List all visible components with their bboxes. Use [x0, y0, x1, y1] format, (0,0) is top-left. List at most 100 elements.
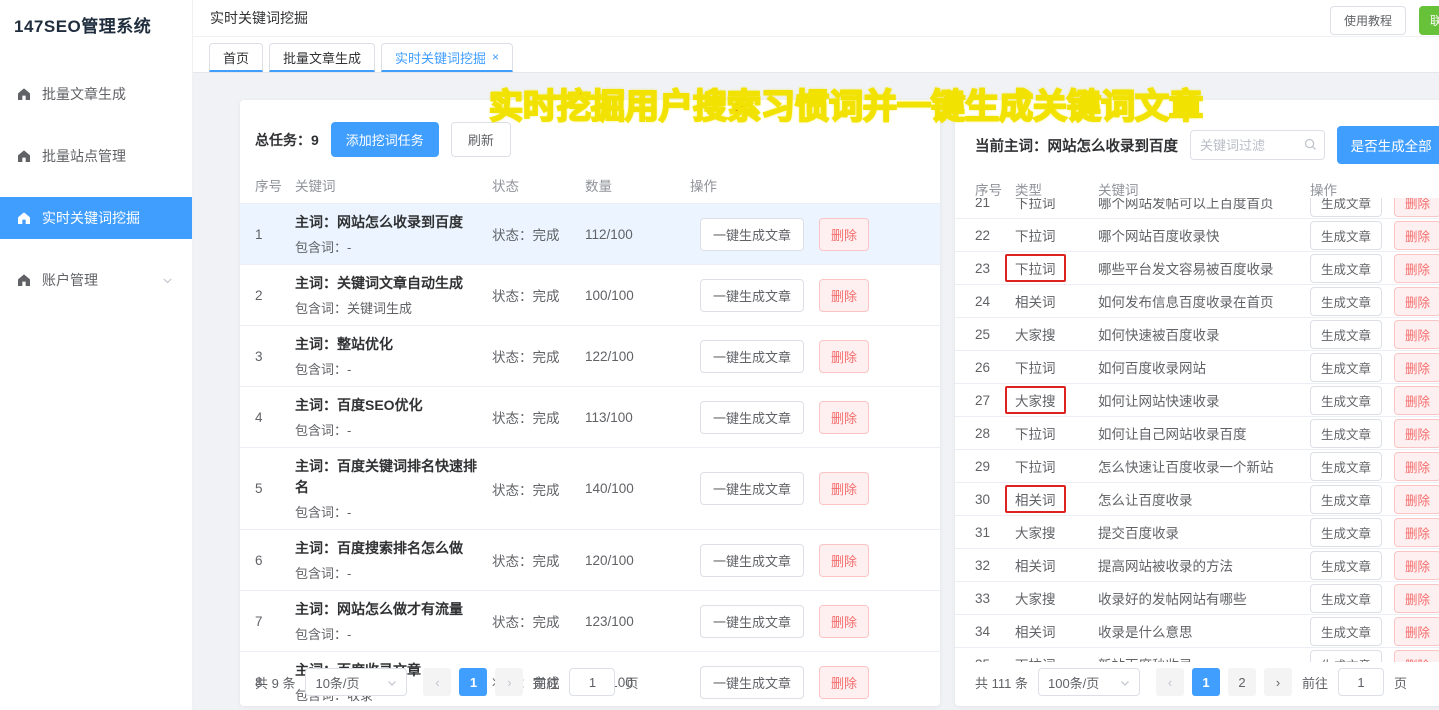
close-icon[interactable]: ×	[492, 50, 499, 64]
delete-button[interactable]: 删除	[1394, 617, 1439, 646]
keyword-type: 大家搜	[1015, 324, 1098, 344]
generate-article-button[interactable]: 生成文章	[1310, 386, 1382, 415]
generate-article-button[interactable]: 生成文章	[1310, 584, 1382, 613]
row-index: 1	[255, 227, 295, 242]
generate-article-button[interactable]: 生成文章	[1310, 551, 1382, 580]
task-main-word: 主词：关键词文章自动生成	[295, 273, 492, 294]
delete-button[interactable]: 删除	[819, 401, 869, 434]
current-main-word: 当前主词：网站怎么收录到百度	[975, 135, 1178, 156]
generate-article-button[interactable]: 一键生成文章	[700, 279, 804, 312]
generate-article-button[interactable]: 生成文章	[1310, 287, 1382, 316]
task-keyword-cell: 主词：网站怎么做才有流量包含词：-	[295, 599, 492, 643]
delete-button[interactable]: 删除	[1394, 353, 1439, 382]
table-row: 23下拉词哪些平台发文容易被百度收录生成文章删除	[955, 252, 1439, 285]
generate-article-button[interactable]: 生成文章	[1310, 320, 1382, 349]
generate-article-button[interactable]: 生成文章	[1310, 617, 1382, 646]
generate-article-button[interactable]: 生成文章	[1310, 353, 1382, 382]
contact-button[interactable]: 联系客服	[1419, 6, 1439, 35]
tab-keyword-mining[interactable]: 实时关键词挖掘 ×	[381, 43, 513, 72]
add-mining-task-button[interactable]: 添加挖词任务	[331, 122, 439, 157]
generate-article-button[interactable]: 生成文章	[1310, 254, 1382, 283]
goto-page-input[interactable]	[1338, 668, 1384, 696]
tab-batch-article[interactable]: 批量文章生成	[269, 43, 375, 72]
task-include-word: 包含词：-	[295, 624, 492, 643]
task-include-word: 包含词：-	[295, 563, 492, 582]
delete-button[interactable]: 删除	[1394, 320, 1439, 349]
page-number-button[interactable]: 1	[1192, 668, 1220, 696]
delete-button[interactable]: 删除	[819, 218, 869, 251]
generate-article-button[interactable]: 一键生成文章	[700, 472, 804, 505]
delete-button[interactable]: 删除	[819, 605, 869, 638]
delete-button[interactable]: 删除	[1394, 518, 1439, 547]
generate-article-button[interactable]: 生成文章	[1310, 518, 1382, 547]
next-page-button[interactable]: ›	[1264, 668, 1292, 696]
goto-page-input[interactable]	[569, 668, 615, 696]
delete-button[interactable]: 删除	[1394, 287, 1439, 316]
delete-button[interactable]: 删除	[819, 279, 869, 312]
delete-button[interactable]: 删除	[819, 472, 869, 505]
delete-button[interactable]: 删除	[1394, 551, 1439, 580]
task-include-word: 包含词：关键词生成	[295, 298, 492, 317]
keyword-text: 哪个网站发帖可以上百度首页	[1098, 198, 1310, 212]
next-page-button[interactable]: ›	[495, 668, 523, 696]
sidebar-item-batch-site[interactable]: 批量站点管理	[0, 135, 192, 177]
generate-article-button[interactable]: 一键生成文章	[700, 544, 804, 577]
red-annotation-box: 相关词	[1005, 485, 1066, 513]
task-count: 113/100	[585, 410, 690, 425]
keyword-type: 大家搜	[1015, 588, 1098, 608]
tab-home[interactable]: 首页	[209, 43, 263, 72]
sidebar-item-keyword-mining[interactable]: 实时关键词挖掘	[0, 197, 192, 239]
generate-article-button[interactable]: 一键生成文章	[700, 666, 804, 699]
sidebar-item-label: 实时关键词挖掘	[42, 208, 140, 228]
page-size-select[interactable]: 10条/页	[305, 668, 407, 696]
generate-article-button[interactable]: 生成文章	[1310, 485, 1382, 514]
generate-article-button[interactable]: 生成文章	[1310, 419, 1382, 448]
task-status: 状态：完成	[492, 346, 585, 366]
prev-page-button[interactable]: ‹	[423, 668, 451, 696]
keyword-text: 收录好的发帖网站有哪些	[1098, 588, 1310, 608]
prev-page-button[interactable]: ‹	[1156, 668, 1184, 696]
delete-button[interactable]: 删除	[1394, 386, 1439, 415]
keyword-type: 下拉词	[1015, 198, 1098, 212]
delete-button[interactable]: 删除	[1394, 254, 1439, 283]
page-number-button[interactable]: 2	[1228, 668, 1256, 696]
task-include-word: 包含词：-	[295, 420, 492, 439]
keyword-actions: 生成文章删除	[1310, 254, 1439, 283]
delete-button[interactable]: 删除	[1394, 198, 1439, 217]
generate-article-button[interactable]: 生成文章	[1310, 650, 1382, 663]
sidebar-item-account[interactable]: 账户管理	[0, 259, 192, 301]
generate-article-button[interactable]: 生成文章	[1310, 221, 1382, 250]
delete-button[interactable]: 删除	[1394, 650, 1439, 663]
delete-button[interactable]: 删除	[1394, 419, 1439, 448]
generate-article-button[interactable]: 一键生成文章	[700, 218, 804, 251]
delete-button[interactable]: 删除	[819, 544, 869, 577]
keywords-pagination: 共 111 条 100条/页 ‹12› 前往 页	[975, 668, 1407, 696]
keyword-type: 相关词	[1015, 555, 1098, 575]
tutorial-button[interactable]: 使用教程	[1330, 6, 1406, 35]
page-number-button[interactable]: 1	[459, 668, 487, 696]
delete-button[interactable]: 删除	[1394, 485, 1439, 514]
tasks-table-body: 1主词：网站怎么收录到百度包含词：-状态：完成112/100一键生成文章删除2主…	[240, 203, 940, 710]
task-count: 123/100	[585, 614, 690, 629]
task-keyword-cell: 主词：整站优化包含词：-	[295, 334, 492, 378]
keyword-actions: 生成文章删除	[1310, 353, 1439, 382]
delete-button[interactable]: 删除	[819, 340, 869, 373]
generate-all-button[interactable]: 是否生成全部	[1337, 126, 1439, 164]
generate-article-button[interactable]: 生成文章	[1310, 452, 1382, 481]
task-status: 状态：完成	[492, 479, 585, 499]
keyword-filter	[1190, 130, 1325, 160]
generate-article-button[interactable]: 一键生成文章	[700, 605, 804, 638]
generate-article-button[interactable]: 生成文章	[1310, 198, 1382, 217]
generate-article-button[interactable]: 一键生成文章	[700, 340, 804, 373]
task-count: 122/100	[585, 349, 690, 364]
sidebar-item-batch-article[interactable]: 批量文章生成	[0, 73, 192, 115]
keyword-text: 如何让网站快速收录	[1098, 390, 1310, 410]
keyword-type: 相关词	[1015, 485, 1098, 513]
delete-button[interactable]: 删除	[1394, 584, 1439, 613]
delete-button[interactable]: 删除	[1394, 221, 1439, 250]
delete-button[interactable]: 删除	[1394, 452, 1439, 481]
delete-button[interactable]: 删除	[819, 666, 869, 699]
pager: ‹ 12 ›	[1156, 668, 1292, 696]
generate-article-button[interactable]: 一键生成文章	[700, 401, 804, 434]
page-size-select[interactable]: 100条/页	[1038, 668, 1140, 696]
